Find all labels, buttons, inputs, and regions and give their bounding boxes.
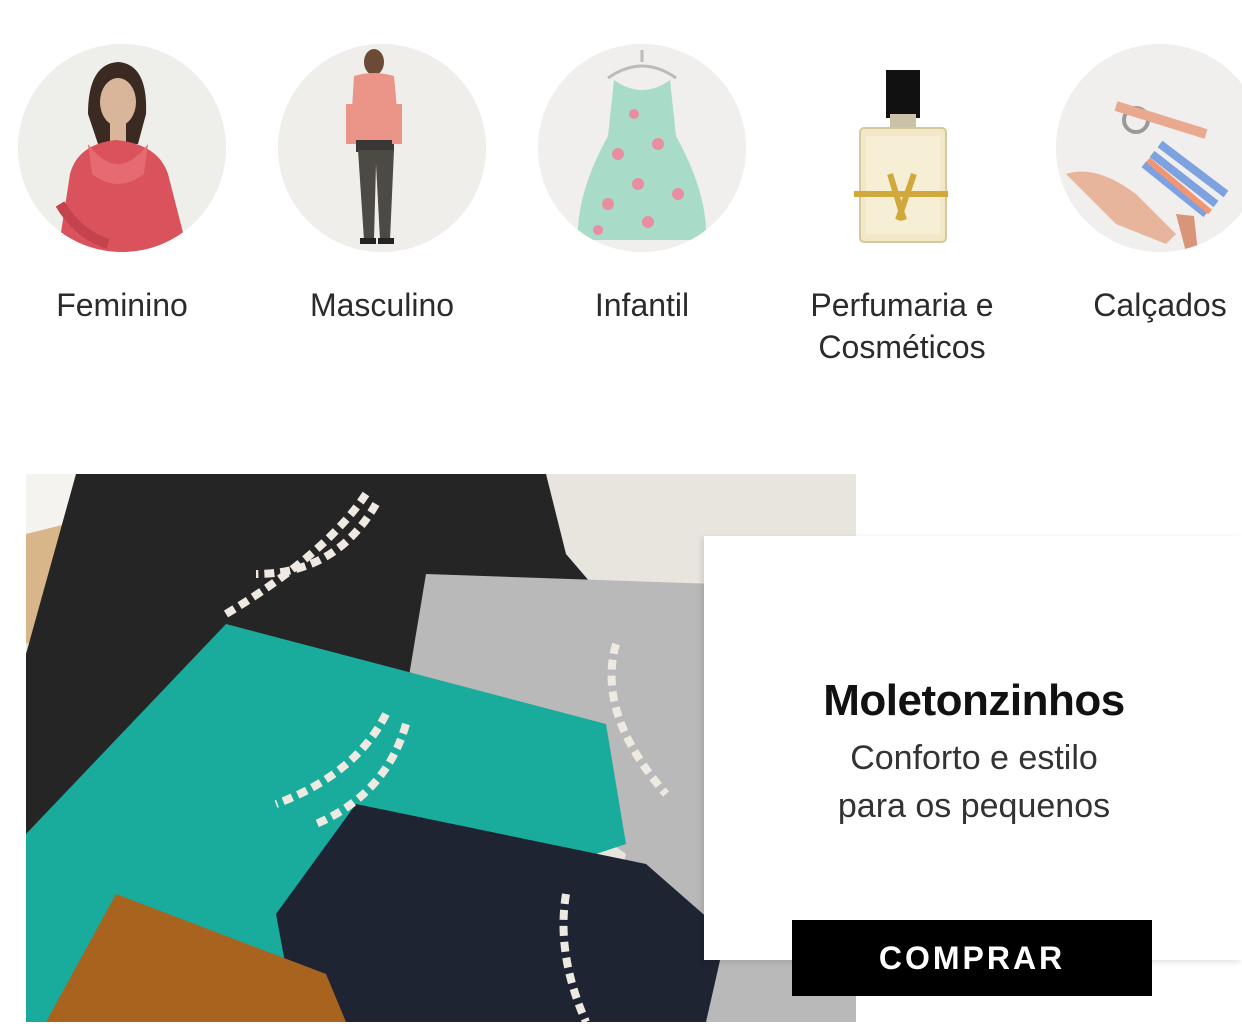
category-label: Masculino <box>309 287 455 323</box>
masculino-image <box>278 44 486 252</box>
promo-title: Moletonzinhos <box>823 676 1125 725</box>
perfumaria-image <box>798 44 1006 252</box>
category-infantil[interactable]: Infantil <box>538 44 748 323</box>
calcados-image <box>1056 44 1242 252</box>
category-label: Infantil <box>594 287 690 323</box>
category-calcados[interactable]: Calçados <box>1056 44 1242 323</box>
category-label: Feminino <box>56 287 188 323</box>
category-strip: Feminino Masculino Infantil Perfumaria e… <box>0 0 1242 400</box>
infantil-image <box>538 44 746 252</box>
feminino-image <box>18 44 226 252</box>
promo-subtitle-line2: para os pequenos <box>837 787 1111 825</box>
category-masculino[interactable]: Masculino <box>278 44 488 323</box>
promo-card: Moletonzinhos Conforto e estilo para os … <box>704 536 1242 960</box>
category-label: Calçados <box>1093 287 1227 323</box>
promo-subtitle-line1: Conforto e estilo <box>850 739 1098 777</box>
category-label: Perfumaria e Cosméticos <box>810 287 994 365</box>
promo-banner[interactable]: Moletonzinhos Conforto e estilo para os … <box>26 474 1242 1022</box>
promo-subtitle: Conforto e estilo para os pequenos <box>704 734 1242 830</box>
category-feminino[interactable]: Feminino <box>18 44 228 323</box>
category-perfumaria[interactable]: Perfumaria e Cosméticos <box>798 44 1008 365</box>
comprar-button[interactable]: COMPRAR <box>792 920 1152 996</box>
